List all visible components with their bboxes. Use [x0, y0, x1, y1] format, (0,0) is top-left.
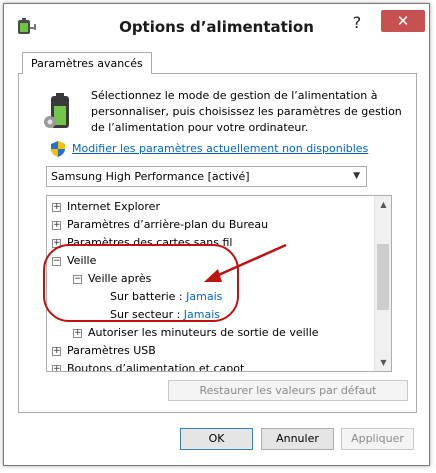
- expand-icon[interactable]: +: [52, 202, 61, 212]
- scroll-thumb[interactable]: [377, 244, 389, 310]
- power-plan-value: Samsung High Performance [activé]: [51, 170, 250, 183]
- tab-advanced-settings[interactable]: Paramètres avancés: [22, 52, 152, 74]
- expand-icon[interactable]: +: [73, 328, 82, 338]
- expand-icon[interactable]: +: [52, 364, 61, 371]
- restore-defaults-button[interactable]: Restaurer les valeurs par défaut: [168, 380, 408, 401]
- scroll-up-icon[interactable]: ▲: [375, 196, 391, 213]
- close-icon[interactable]: ✕: [381, 10, 425, 32]
- tree-item-label: Internet Explorer: [67, 200, 160, 213]
- tree-item-label: Boutons d’alimentation et capot: [67, 362, 245, 372]
- power-options-dialog: Options d’alimentation ? ✕ Paramètres av…: [3, 3, 430, 466]
- apply-button[interactable]: Appliquer: [341, 428, 414, 450]
- tree-item-usb[interactable]: + Paramètres USB: [52, 342, 156, 360]
- tree-item-wake-timers[interactable]: + Autoriser les minuteurs de sortie de ve…: [73, 324, 319, 342]
- battery-settings-icon: [44, 93, 69, 128]
- description-text: Sélectionnez le mode de gestion de l’ali…: [91, 89, 402, 134]
- tree-item-power-buttons[interactable]: + Boutons d’alimentation et capot: [52, 360, 245, 372]
- power-plan-select[interactable]: Samsung High Performance [activé] ▼: [46, 166, 367, 187]
- tree-item-label: Paramètres d’arrière-plan du Bureau: [67, 218, 269, 231]
- expand-icon[interactable]: +: [52, 220, 61, 230]
- cancel-button[interactable]: Annuler: [261, 428, 334, 450]
- expand-icon[interactable]: +: [52, 346, 61, 356]
- change-settings-link[interactable]: Modifier les paramètres actuellement non…: [72, 142, 368, 155]
- tree-item-label: Paramètres USB: [67, 344, 156, 357]
- chevron-down-icon: ▼: [353, 171, 360, 181]
- ok-button[interactable]: OK: [180, 428, 253, 450]
- tree-item-label: Autoriser les minuteurs de sortie de vei…: [88, 326, 319, 339]
- tree-item-internet-explorer[interactable]: + Internet Explorer: [52, 198, 160, 216]
- annotation-arrow: [204, 243, 287, 282]
- scroll-down-icon[interactable]: ▼: [375, 354, 391, 371]
- help-icon[interactable]: ?: [344, 12, 370, 34]
- uac-shield-icon: [51, 141, 65, 157]
- tree-scrollbar[interactable]: ▲ ▼: [374, 196, 391, 371]
- title-bar: Options d’alimentation ? ✕: [4, 4, 429, 52]
- tree-item-desktop-background[interactable]: + Paramètres d’arrière-plan du Bureau: [52, 216, 268, 234]
